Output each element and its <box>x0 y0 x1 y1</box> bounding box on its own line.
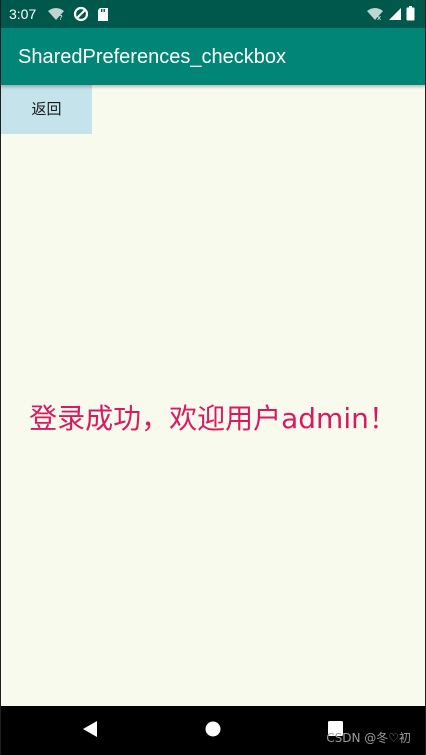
nav-home-button[interactable] <box>189 706 237 755</box>
nav-back-button[interactable] <box>66 706 114 755</box>
signal-icon <box>388 7 402 21</box>
svg-text:?: ? <box>59 14 63 21</box>
svg-text:x: x <box>377 14 381 21</box>
phone-screen: 3:07 ? x SharedPreferences_checkbox 返回 登… <box>0 0 426 755</box>
status-system-icons: x <box>366 6 415 21</box>
wifi-no-internet-icon: x <box>366 7 384 21</box>
status-notification-icons: ? <box>47 6 109 22</box>
battery-icon <box>406 6 415 21</box>
back-button[interactable]: 返回 <box>1 85 92 134</box>
navigation-bar: CSDN @冬♡初 <box>1 706 425 755</box>
wifi-unknown-icon: ? <box>47 7 65 21</box>
home-circle-icon <box>205 721 221 741</box>
sd-card-icon <box>97 7 109 22</box>
csdn-watermark: CSDN @冬♡初 <box>326 731 411 745</box>
data-saver-icon <box>73 6 89 22</box>
main-content: 返回 登录成功，欢迎用户admin！ <box>1 85 425 706</box>
app-bar: SharedPreferences_checkbox <box>1 28 425 85</box>
welcome-message: 登录成功，欢迎用户admin！ <box>29 402 397 435</box>
status-bar: 3:07 ? x <box>1 0 425 28</box>
back-triangle-icon <box>82 720 98 742</box>
app-title: SharedPreferences_checkbox <box>18 46 286 68</box>
status-time: 3:07 <box>9 6 37 22</box>
